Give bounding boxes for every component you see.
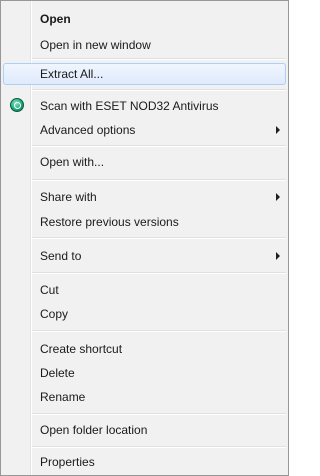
menu-item-label: Send to — [40, 249, 82, 263]
chevron-right-icon — [276, 193, 280, 201]
menu-item-label: Create shortcut — [40, 342, 123, 356]
chevron-right-icon — [276, 126, 280, 134]
menu-item-label: Scan with ESET NOD32 Antivirus — [40, 99, 219, 113]
menu-item-label: Open in new window — [40, 38, 151, 52]
menu-separator — [32, 179, 286, 180]
menu-separator — [32, 89, 286, 90]
menu-item-send-to[interactable]: Send to — [3, 245, 286, 267]
menu-separator — [32, 413, 286, 414]
menu-item-cut[interactable]: Cut — [3, 279, 286, 301]
menu-item-advanced-options[interactable]: Advanced options — [3, 119, 286, 141]
menu-item-delete[interactable]: Delete — [3, 362, 286, 384]
menu-item-label: Properties — [40, 455, 95, 469]
menu-item-label: Advanced options — [40, 123, 136, 137]
context-menu: Open Open in new window Extract All... S… — [0, 0, 289, 476]
menu-item-label: Open — [40, 12, 71, 26]
chevron-right-icon — [276, 252, 280, 260]
menu-item-label: Open folder location — [40, 423, 148, 437]
menu-item-properties[interactable]: Properties — [3, 451, 286, 473]
menu-item-open-folder-location[interactable]: Open folder location — [3, 419, 286, 441]
menu-separator — [32, 237, 286, 238]
menu-separator — [32, 446, 286, 447]
menu-item-label: Delete — [40, 366, 75, 380]
menu-item-open-new-window[interactable]: Open in new window — [3, 34, 286, 56]
menu-item-label: Restore previous versions — [40, 215, 179, 229]
menu-item-label: Rename — [40, 390, 86, 404]
menu-item-create-shortcut[interactable]: Create shortcut — [3, 338, 286, 360]
menu-item-copy[interactable]: Copy — [3, 303, 286, 325]
menu-item-label: Extract All... — [40, 67, 104, 81]
menu-item-label: Copy — [40, 307, 69, 321]
menu-item-label: Cut — [40, 283, 59, 297]
menu-separator — [32, 58, 286, 59]
menu-separator — [32, 145, 286, 146]
menu-separator — [32, 272, 286, 273]
menu-item-open-with[interactable]: Open with... — [3, 151, 286, 173]
menu-item-restore-previous-versions[interactable]: Restore previous versions — [3, 211, 286, 233]
menu-item-scan-eset[interactable]: Scan with ESET NOD32 Antivirus — [3, 95, 286, 117]
menu-item-open[interactable]: Open — [3, 8, 286, 30]
menu-separator — [32, 330, 286, 331]
menu-item-label: Open with... — [40, 155, 105, 169]
eset-scan-icon — [10, 98, 24, 112]
menu-item-rename[interactable]: Rename — [3, 386, 286, 408]
menu-item-extract-all[interactable]: Extract All... — [3, 63, 286, 85]
menu-item-label: Share with — [40, 190, 97, 204]
menu-item-share-with[interactable]: Share with — [3, 186, 286, 208]
